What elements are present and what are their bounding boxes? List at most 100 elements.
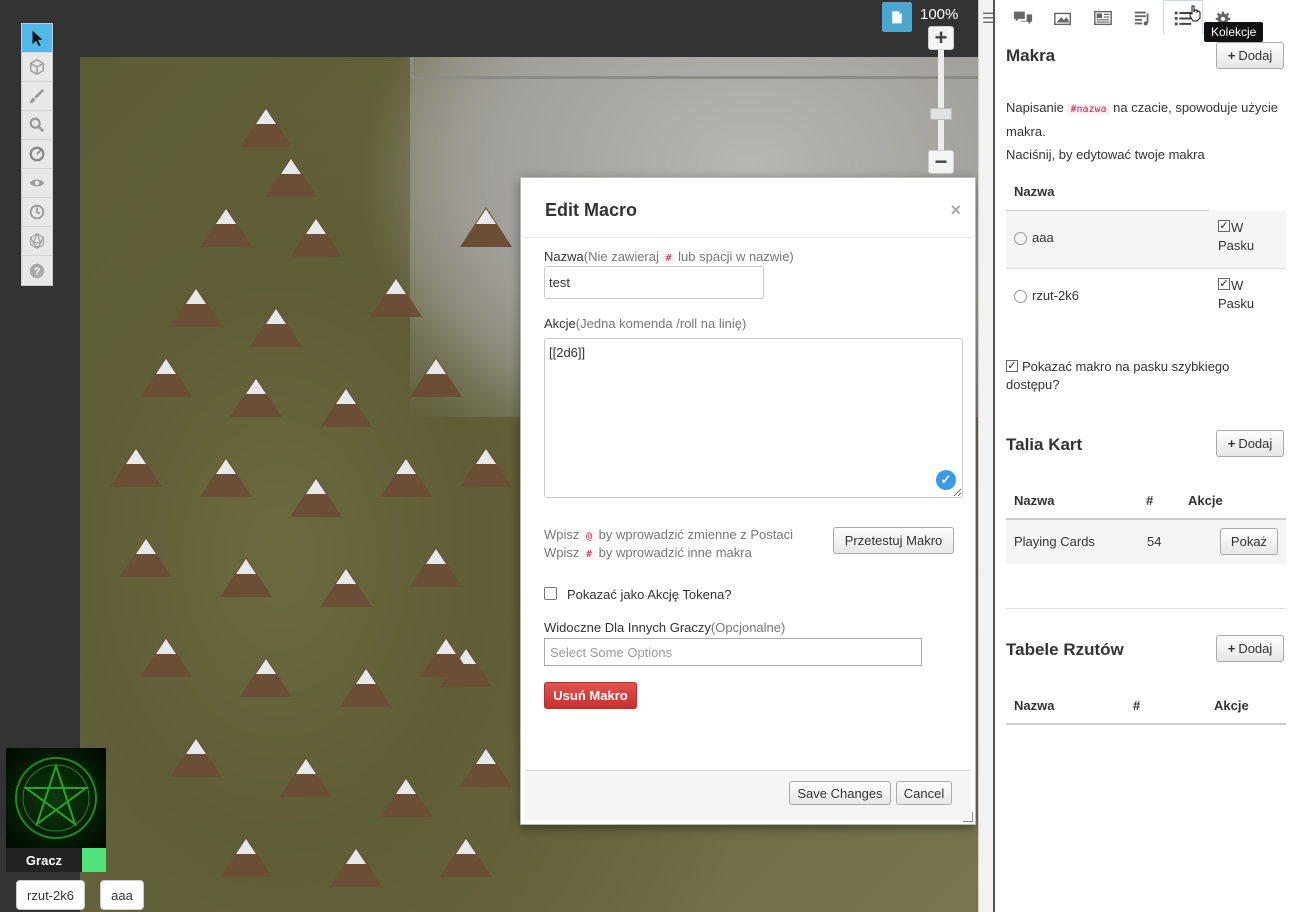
quick-access-checkbox[interactable]: ✓	[1006, 360, 1018, 372]
hint-at: Wpisz @ by wprowadzić zmienne z Postaci	[544, 527, 793, 542]
macros-desc-line3: Naciśnij, by edytować twoje makra	[1006, 147, 1205, 162]
macros-desc-b: na czacie, spowoduje użycie	[1109, 100, 1278, 115]
cancel-button[interactable]: Cancel	[896, 781, 952, 805]
hint-hash-b: by wprowadzić inne makra	[595, 545, 752, 560]
layers-cube-icon[interactable]	[22, 53, 52, 82]
divider	[1006, 608, 1286, 609]
dialog-footer: Save Changes Cancel	[525, 770, 971, 820]
tab-journal[interactable]	[1083, 0, 1123, 35]
newspaper-icon	[1094, 10, 1112, 25]
dice-icon	[1014, 232, 1027, 245]
hint-hash-code: #	[583, 549, 596, 560]
zoom-magnifier-icon[interactable]	[22, 111, 52, 140]
page-toolbar-button[interactable]	[882, 2, 912, 32]
name-hint: (Nie zawieraj # lub spacji w nazwie)	[584, 249, 794, 264]
zoom-out-button[interactable]: −	[928, 150, 954, 174]
mountain	[170, 287, 222, 327]
token-action-checkbox[interactable]	[544, 587, 557, 600]
macros-desc-code: #nazwa	[1067, 104, 1110, 115]
zoom-handle[interactable]	[930, 108, 952, 120]
show-deck-button[interactable]: Pokaż	[1220, 528, 1278, 555]
mountain	[410, 547, 462, 587]
mountain	[460, 207, 512, 247]
in-bar-label-a: W	[1231, 278, 1244, 293]
visible-label: Widoczne Dla Innych Graczy(Opcjonalne)	[544, 620, 785, 635]
tool-palette: ?	[21, 23, 53, 286]
tab-jukebox[interactable]	[1123, 0, 1163, 35]
macros-title: Makra	[1006, 46, 1056, 65]
tab-chat[interactable]	[1003, 0, 1043, 35]
help-icon[interactable]: ?	[22, 256, 52, 285]
mountain	[220, 837, 272, 877]
mountain	[265, 157, 317, 197]
hand-cursor-icon	[1189, 5, 1201, 22]
mountain	[380, 777, 432, 817]
brush-icon[interactable]	[22, 82, 52, 111]
add-macro-label: Dodaj	[1238, 48, 1273, 63]
clock-icon[interactable]	[22, 198, 52, 227]
hint-hash: Wpisz # by wprowadzić inne makra	[544, 545, 752, 560]
mountain	[140, 357, 192, 397]
mountain	[220, 557, 272, 597]
mountain	[370, 277, 422, 317]
in-bar-checkbox[interactable]: ✓	[1218, 220, 1230, 232]
mountain	[230, 377, 282, 417]
tooltip: Kolekcje	[1204, 22, 1264, 42]
plus-icon: +	[1227, 641, 1236, 656]
quick-access-label-b: dostępu?	[1006, 377, 1060, 392]
dice-icon[interactable]	[22, 227, 52, 256]
quick-macro-rzut-2k6[interactable]: rzut-2k6	[16, 880, 85, 910]
hint-at-a: Wpisz	[544, 527, 583, 542]
game-canvas[interactable]: ? 100% + − Gracz rzut-2k6 aaa Edit Macro…	[0, 0, 978, 912]
player-color-swatch[interactable]	[82, 848, 106, 872]
chat-icon	[1013, 11, 1033, 24]
mountain	[140, 637, 192, 677]
hint-hash-a: Wpisz	[544, 545, 583, 560]
sidebar-resize-handle[interactable]: ☰	[978, 0, 995, 912]
add-macro-button[interactable]: + Dodaj	[1216, 42, 1284, 69]
visible-players-select[interactable]: Select Some Options	[544, 638, 922, 666]
macro-row-aaa[interactable]: aaa ✓ W Pasku	[1006, 211, 1286, 268]
hint-at-b: by wprowadzić zmienne z Postaci	[595, 527, 794, 542]
deck-row[interactable]: Playing Cards 54 Pokaż	[1006, 520, 1286, 564]
visible-hint: (Opcjonalne)	[710, 620, 786, 635]
in-bar-checkbox[interactable]: ✓	[1218, 278, 1230, 290]
test-macro-button[interactable]: Przetestuj Makro	[833, 527, 954, 554]
macro-row-rzut-2k6[interactable]: rzut-2k6 ✓ W Pasku	[1006, 269, 1286, 326]
player-card[interactable]: Gracz	[6, 748, 106, 872]
add-deck-button[interactable]: + Dodaj	[1216, 430, 1284, 457]
spellcheck-icon[interactable]: ✓	[936, 470, 956, 490]
add-table-button[interactable]: + Dodaj	[1216, 635, 1284, 662]
mountain	[380, 457, 432, 497]
measure-gauge-icon[interactable]	[22, 140, 52, 169]
dice-icon	[1014, 290, 1027, 303]
quick-macro-aaa[interactable]: aaa	[100, 880, 144, 910]
resize-grip-icon[interactable]	[963, 812, 973, 822]
image-icon	[1054, 12, 1071, 25]
edit-macro-dialog: Edit Macro × Nazwa(Nie zawieraj # lub sp…	[520, 177, 976, 825]
visible-label-text: Widoczne Dla Innych Graczy	[544, 620, 711, 635]
token-action-label: Pokazać jako Akcję Tokena?	[567, 587, 732, 602]
tab-art[interactable]	[1043, 0, 1083, 35]
right-sidebar: Kolekcje Makra + Dodaj Napisanie #nazwa n…	[993, 0, 1291, 912]
macros-desc-line2: makra.	[1006, 124, 1046, 139]
save-changes-button[interactable]: Save Changes	[789, 781, 891, 805]
select-tool-icon[interactable]	[22, 24, 52, 53]
action-label-text: Akcje	[544, 316, 576, 331]
macro-action-textarea[interactable]: [[2d6]]	[544, 338, 963, 498]
zoom-track[interactable]	[938, 40, 944, 164]
macro-name-input[interactable]	[544, 266, 764, 299]
zoom-in-button[interactable]: +	[928, 26, 954, 50]
name-label: Nazwa(Nie zawieraj # lub spacji w nazwie…	[544, 249, 794, 264]
add-table-label: Dodaj	[1238, 641, 1273, 656]
decks-col-name: Nazwa	[1014, 493, 1055, 508]
add-deck-label: Dodaj	[1238, 436, 1273, 451]
eye-icon[interactable]	[22, 169, 52, 198]
dialog-title: Edit Macro	[545, 200, 638, 220]
close-icon[interactable]: ×	[950, 200, 961, 221]
zoom-level: 100%	[920, 6, 959, 23]
zoom-slider[interactable]: + −	[928, 26, 954, 176]
player-avatar[interactable]	[6, 748, 106, 848]
macro-name: rzut-2k6	[1032, 288, 1079, 303]
delete-macro-button[interactable]: Usuń Makro	[544, 682, 637, 709]
